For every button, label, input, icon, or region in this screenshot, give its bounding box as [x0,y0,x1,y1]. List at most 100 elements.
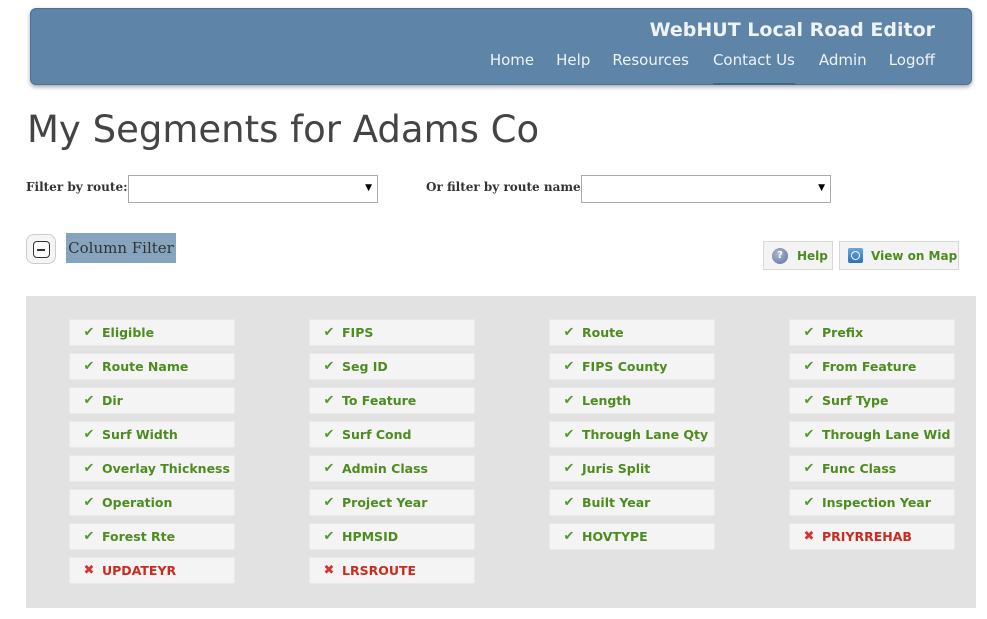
column-toggle-surf-cond[interactable]: ✔ Surf Cond [309,421,475,448]
checkmark-icon: ✔ [803,359,815,374]
column-toggle-length[interactable]: ✔ Length [549,387,715,414]
column-toggle-route[interactable]: ✔ Route [549,319,715,346]
checkmark-icon: ✔ [563,393,575,408]
column-filter-toggle-button[interactable] [26,234,56,264]
checkmark-icon: ✔ [323,359,335,374]
view-on-map-label: View on Map [871,248,958,263]
column-toggle-label: Through Lane Wid [822,427,951,442]
column-toggle-to-feature[interactable]: ✔ To Feature [309,387,475,414]
column-toggle-through-lane-wid[interactable]: ✔ Through Lane Wid [789,421,955,448]
cross-icon: ✖ [83,563,95,578]
column-toggle-hpmsid[interactable]: ✔ HPMSID [309,523,475,550]
checkmark-icon: ✔ [83,529,95,544]
checkmark-icon: ✔ [323,461,335,476]
column-toggle-surf-type[interactable]: ✔ Surf Type [789,387,955,414]
route-select[interactable]: ▼ [128,175,378,203]
chevron-down-icon: ▼ [365,183,372,193]
checkmark-icon: ✔ [803,325,815,340]
route-filter-label: Filter by route: [26,180,128,194]
column-toggle-eligible[interactable]: ✔ Eligible [69,319,235,346]
checkmark-icon: ✔ [83,427,95,442]
column-toggle-inspection-year[interactable]: ✔ Inspection Year [789,489,955,516]
column-toggle-admin-class[interactable]: ✔ Admin Class [309,455,475,482]
column-toggle-seg-id[interactable]: ✔ Seg ID [309,353,475,380]
column-toggle-updateyr[interactable]: ✖ UPDATEYR [69,557,235,584]
column-toggle-surf-width[interactable]: ✔ Surf Width [69,421,235,448]
route-name-filter-label: Or filter by route name: [426,180,586,194]
column-toggle-label: Route Name [102,359,189,374]
nav-contact-us[interactable]: Contact Us [702,52,806,85]
column-toggle-hovtype[interactable]: ✔ HOVTYPE [549,523,715,550]
main-nav: Home Help Resources Contact Us Admin Log… [479,52,935,85]
checkmark-icon: ✔ [83,495,95,510]
checkmark-icon: ✔ [803,393,815,408]
column-toggle-label: Length [582,393,632,408]
column-toggle-label: HOVTYPE [582,529,648,544]
nav-help[interactable]: Help [545,52,601,85]
column-toggle-built-year[interactable]: ✔ Built Year [549,489,715,516]
column-toggle-label: Operation [102,495,173,510]
column-toggle-label: Seg ID [342,359,388,374]
checkmark-icon: ✔ [323,495,335,510]
column-toggle-label: Project Year [342,495,428,510]
column-toggle-label: Prefix [822,325,864,340]
checkmark-icon: ✔ [563,359,575,374]
checkmark-icon: ✔ [323,529,335,544]
column-toggle-from-feature[interactable]: ✔ From Feature [789,353,955,380]
checkmark-icon: ✔ [563,427,575,442]
column-toggle-operation[interactable]: ✔ Operation [69,489,235,516]
checkmark-icon: ✔ [83,461,95,476]
chevron-down-icon: ▼ [818,183,825,193]
column-toggle-label: Through Lane Qty [582,427,709,442]
help-button[interactable]: ? Help [763,241,833,270]
nav-admin[interactable]: Admin [808,52,878,85]
app-title: WebHUT Local Road Editor [649,19,935,41]
column-toggle-label: Inspection Year [822,495,931,510]
column-toggle-label: Forest Rte [102,529,176,544]
checkmark-icon: ✔ [803,461,815,476]
column-toggle-label: Juris Split [582,461,651,476]
column-toggle-label: Admin Class [342,461,428,476]
help-icon: ? [772,247,788,264]
checkmark-icon: ✔ [323,427,335,442]
column-toggle-label: LRSROUTE [342,563,417,578]
column-toggle-project-year[interactable]: ✔ Project Year [309,489,475,516]
column-toggle-through-lane-qty[interactable]: ✔ Through Lane Qty [549,421,715,448]
column-filter-label: Column Filter [66,233,176,263]
column-toggle-route-name[interactable]: ✔ Route Name [69,353,235,380]
column-filter-panel: ✔ Eligible ✔ FIPS ✔ Route ✔ Prefix ✔ Route Name ✔ S… [26,296,976,608]
column-toggle-fips-county[interactable]: ✔ FIPS County [549,353,715,380]
column-toggle-forest-rte[interactable]: ✔ Forest Rte [69,523,235,550]
checkmark-icon: ✔ [803,495,815,510]
column-toggle-label: FIPS [342,325,374,340]
checkmark-icon: ✔ [563,495,575,510]
column-toggle-priyrrehab[interactable]: ✖ PRIYRREHAB [789,523,955,550]
column-toggle-lrsroute[interactable]: ✖ LRSROUTE [309,557,475,584]
column-toggle-juris-split[interactable]: ✔ Juris Split [549,455,715,482]
checkmark-icon: ✔ [563,461,575,476]
checkmark-icon: ✔ [83,393,95,408]
checkmark-icon: ✔ [563,529,575,544]
column-toggle-label: From Feature [822,359,917,374]
view-on-map-button[interactable]: View on Map [839,241,959,270]
help-button-label: Help [797,248,828,263]
column-toggle-label: PRIYRREHAB [822,529,912,544]
checkmark-icon: ✔ [83,325,95,340]
cross-icon: ✖ [803,529,815,544]
page-title: My Segments for Adams Co [27,108,540,151]
column-toggle-prefix[interactable]: ✔ Prefix [789,319,955,346]
column-toggle-label: Func Class [822,461,897,476]
nav-home[interactable]: Home [479,52,545,85]
nav-logoff[interactable]: Logoff [878,52,935,85]
route-name-select[interactable]: ▼ [581,175,831,203]
nav-resources[interactable]: Resources [601,52,700,85]
column-toggle-fips[interactable]: ✔ FIPS [309,319,475,346]
column-toggle-label: Built Year [582,495,651,510]
checkmark-icon: ✔ [563,325,575,340]
column-toggle-dir[interactable]: ✔ Dir [69,387,235,414]
column-toggle-label: Route [582,325,624,340]
column-toggle-label: Overlay Thickness [102,461,230,476]
column-toggle-func-class[interactable]: ✔ Func Class [789,455,955,482]
column-toggle-overlay-thickness[interactable]: ✔ Overlay Thickness [69,455,235,482]
column-toggle-label: Dir [102,393,123,408]
